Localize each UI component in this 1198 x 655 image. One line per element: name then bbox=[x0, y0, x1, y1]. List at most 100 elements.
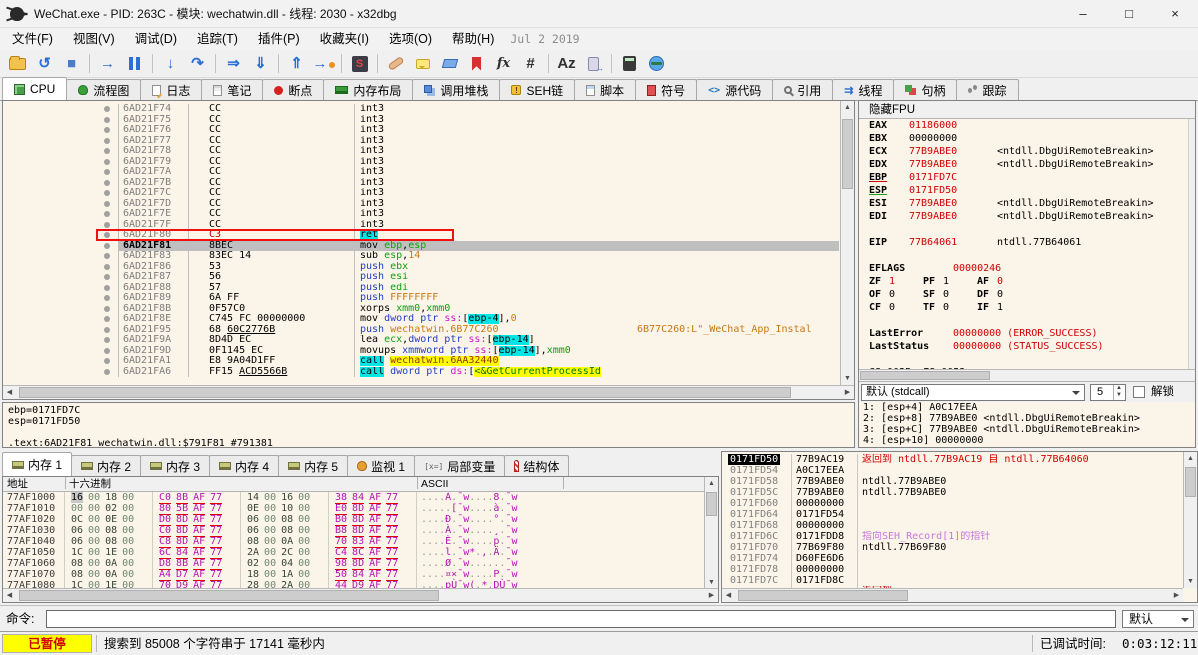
hex-byte[interactable]: 00 bbox=[264, 525, 276, 536]
close-button[interactable]: × bbox=[1152, 0, 1198, 28]
register-row[interactable]: LastError00000000 (ERROR_SUCCESS) bbox=[859, 327, 1189, 340]
calculator-icon[interactable] bbox=[617, 52, 642, 76]
breakpoint-bullet-icon[interactable] bbox=[104, 117, 110, 123]
hex-byte[interactable]: 00 bbox=[298, 569, 310, 580]
stack-row[interactable]: 0171FD640171FD54 bbox=[722, 509, 1183, 520]
command-input[interactable] bbox=[46, 610, 1116, 628]
tab-跟踪[interactable]: 跟踪 bbox=[956, 79, 1018, 100]
scroll-thumb[interactable] bbox=[860, 371, 990, 380]
calling-convention-select[interactable]: 默认 (stdcall) bbox=[861, 384, 1085, 401]
hex-byte[interactable]: 00 bbox=[122, 536, 134, 547]
flag-cell[interactable]: PF1 bbox=[923, 275, 977, 288]
breakpoint-bullet-icon[interactable] bbox=[104, 190, 110, 196]
hex-byte[interactable]: 00 bbox=[88, 569, 100, 580]
registers-vscrollbar[interactable] bbox=[1188, 119, 1195, 369]
run-to-user-code-icon[interactable]: ⇑ bbox=[284, 52, 309, 76]
stack-argument-row[interactable]: 1: [esp+4] A0C17EEA bbox=[859, 402, 1195, 413]
step-over-icon[interactable]: ↷ bbox=[185, 52, 210, 76]
registers-hscrollbar[interactable] bbox=[859, 369, 1195, 381]
functions-icon[interactable]: fx bbox=[491, 52, 516, 76]
unlock-checkbox[interactable] bbox=[1133, 386, 1145, 398]
disasm-row[interactable]: 6AD21FA1E8 9A04D1FFcall wechatwin.6AA324… bbox=[3, 356, 839, 367]
disasm-row[interactable]: 6AD21F78CCint3 bbox=[3, 146, 839, 157]
disasm-row[interactable]: 6AD21F8756push esi bbox=[3, 272, 839, 283]
breakpoint-bullet-icon[interactable] bbox=[104, 148, 110, 154]
menu-item[interactable]: 插件(P) bbox=[248, 28, 310, 50]
tab-调用堆栈[interactable]: 调用堆栈 bbox=[412, 79, 500, 100]
hex-byte[interactable]: 06 bbox=[247, 525, 259, 536]
register-row[interactable]: EIP77B64061ntdll.77B64061 bbox=[859, 236, 1189, 249]
column-header-ascii[interactable]: ASCII bbox=[421, 477, 448, 491]
flag-cell[interactable]: SF0 bbox=[923, 288, 977, 301]
hex-byte[interactable]: 00 bbox=[298, 536, 310, 547]
scroll-thumb[interactable] bbox=[706, 492, 717, 516]
hex-byte[interactable]: 2C bbox=[281, 547, 293, 558]
remote-device-icon[interactable] bbox=[581, 52, 606, 76]
register-row[interactable]: LastStatus00000000 (STATUS_SUCCESS) bbox=[859, 340, 1189, 353]
hex-byte[interactable]: 00 bbox=[122, 492, 134, 503]
labels-icon[interactable] bbox=[437, 52, 462, 76]
register-row[interactable]: OF0SF0DF0 bbox=[859, 288, 1189, 301]
hex-byte[interactable]: 08 bbox=[71, 569, 83, 580]
breakpoint-bullet-icon[interactable] bbox=[104, 306, 110, 312]
hex-byte[interactable]: 2A bbox=[247, 547, 259, 558]
argument-count-stepper[interactable]: 5▲▼ bbox=[1090, 384, 1126, 401]
memory-row[interactable]: 77AF106008000A00D88BAF7702000400988DAF77… bbox=[3, 558, 704, 569]
hex-byte[interactable]: 00 bbox=[264, 514, 276, 525]
hex-byte[interactable]: 00 bbox=[264, 492, 276, 503]
disassembly-hscrollbar[interactable]: ◀ ▶ bbox=[3, 385, 854, 399]
hex-byte[interactable]: 0E bbox=[105, 514, 117, 525]
hex-byte[interactable]: 00 bbox=[122, 547, 134, 558]
dump-tab-内存 3[interactable]: 内存 3 bbox=[140, 455, 210, 476]
memory-row[interactable]: 77AF10501C001E006C84AF772A002C00C48CAF77… bbox=[3, 547, 704, 558]
dump-tab-局部变量[interactable]: [x=]局部变量 bbox=[414, 455, 505, 476]
disasm-row[interactable]: 6AD21F896A FFpush FFFFFFFF bbox=[3, 293, 839, 304]
dump-tab-内存 5[interactable]: 内存 5 bbox=[278, 455, 348, 476]
column-header-address[interactable]: 地址 bbox=[7, 477, 28, 491]
update-check-icon[interactable] bbox=[644, 52, 669, 76]
trace-into-icon[interactable]: ⇒ bbox=[221, 52, 246, 76]
hex-byte[interactable]: 00 bbox=[298, 525, 310, 536]
scroll-up-arrow[interactable]: ▲ bbox=[841, 101, 854, 114]
hex-byte[interactable]: 0A bbox=[105, 558, 117, 569]
open-file-icon[interactable] bbox=[5, 52, 30, 76]
flag-cell[interactable]: TF0 bbox=[923, 301, 977, 314]
flag-cell[interactable]: IF1 bbox=[977, 301, 1031, 314]
tab-断点[interactable]: 断点 bbox=[262, 79, 324, 100]
breakpoint-bullet-icon[interactable] bbox=[104, 348, 110, 354]
tab-流程图[interactable]: 流程图 bbox=[66, 79, 141, 100]
tab-脚本[interactable]: 脚本 bbox=[574, 79, 636, 100]
stack-hscrollbar[interactable]: ◀ ▶ bbox=[722, 588, 1183, 602]
restart-icon[interactable]: ↺ bbox=[32, 52, 57, 76]
hex-byte[interactable]: 00 bbox=[88, 558, 100, 569]
column-grip[interactable] bbox=[563, 477, 564, 489]
dump-vscrollbar[interactable]: ▲ ▼ bbox=[704, 477, 718, 589]
hex-byte[interactable]: 08 bbox=[105, 536, 117, 547]
stepper-arrows[interactable]: ▲▼ bbox=[1113, 385, 1124, 400]
tab-句柄[interactable]: 句柄 bbox=[893, 79, 957, 100]
scroll-up-arrow[interactable]: ▲ bbox=[705, 477, 718, 490]
register-row[interactable]: EDI77B9ABE0<ntdll.DbgUiRemoteBreakin> bbox=[859, 210, 1189, 223]
hex-byte[interactable]: 0C bbox=[71, 514, 83, 525]
breakpoint-bullet-icon[interactable] bbox=[104, 369, 110, 375]
dump-tab-结构体[interactable]: 结构体 bbox=[504, 455, 569, 476]
stack-argument-row[interactable]: 4: [esp+10] 00000000 bbox=[859, 435, 1195, 446]
register-row[interactable]: ECX77B9ABE0<ntdll.DbgUiRemoteBreakin> bbox=[859, 145, 1189, 158]
menu-item[interactable]: 文件(F) bbox=[2, 28, 63, 50]
hex-byte[interactable]: 00 bbox=[298, 514, 310, 525]
step-into-user-icon[interactable]: → bbox=[311, 52, 336, 76]
stack-row[interactable]: 0171FD5C77B9ABE0ntdll.77B9ABE0 bbox=[722, 487, 1183, 498]
scroll-thumb[interactable] bbox=[738, 590, 908, 601]
dump-tab-内存 1[interactable]: 内存 1 bbox=[2, 452, 72, 476]
register-row[interactable]: EBP0171FD7C bbox=[859, 171, 1189, 184]
breakpoint-bullet-icon[interactable] bbox=[104, 274, 110, 280]
disasm-row[interactable]: 6AD21F9A8D4D EClea ecx,dword ptr ss:[ebp… bbox=[3, 335, 839, 346]
memory-row[interactable]: 77AF10200C000E00D08DAF7706000800B08DAF77… bbox=[3, 514, 704, 525]
breakpoint-bullet-icon[interactable] bbox=[104, 106, 110, 112]
breakpoint-bullet-icon[interactable] bbox=[104, 180, 110, 186]
hex-byte[interactable]: 04 bbox=[281, 558, 293, 569]
register-row[interactable]: EDX77B9ABE0<ntdll.DbgUiRemoteBreakin> bbox=[859, 158, 1189, 171]
minimize-button[interactable]: – bbox=[1060, 0, 1106, 28]
disasm-row[interactable]: 6AD21F7ECCint3 bbox=[3, 209, 839, 220]
scroll-left-arrow[interactable]: ◀ bbox=[722, 589, 735, 602]
